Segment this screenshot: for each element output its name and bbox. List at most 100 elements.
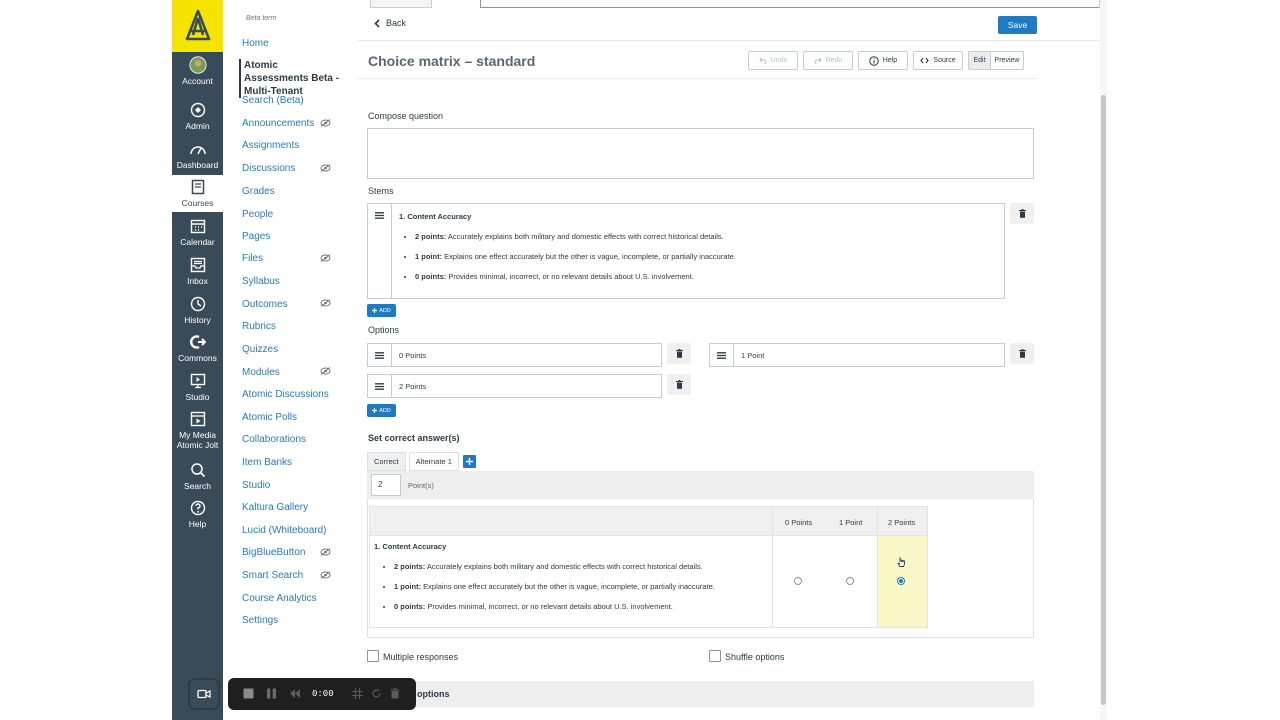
add-stem-button[interactable]: ADD bbox=[367, 304, 396, 317]
course-nav-quizzes[interactable]: Quizzes bbox=[242, 344, 278, 355]
redo-icon bbox=[814, 57, 822, 64]
course-nav-lucid[interactable]: Lucid (Whiteboard) bbox=[242, 525, 326, 536]
criterion-text: Accurately explains both military and do… bbox=[425, 562, 703, 571]
add-option-button[interactable]: ADD bbox=[367, 404, 396, 417]
course-nav-bigbluebutton[interactable]: BigBlueButton bbox=[242, 547, 305, 558]
course-nav-discussions[interactable]: Discussions bbox=[242, 163, 295, 174]
course-nav-course-analytics[interactable]: Course Analytics bbox=[242, 593, 316, 604]
recorder-toolbar: 0:00 bbox=[228, 678, 416, 710]
course-nav-atomic-discussions[interactable]: Atomic Discussions bbox=[242, 389, 329, 400]
restart-icon[interactable] bbox=[371, 688, 382, 699]
tab-alternate-1[interactable]: Alternate 1 bbox=[408, 452, 459, 471]
delete-option-button[interactable] bbox=[667, 374, 691, 395]
top-tabs bbox=[358, 0, 1100, 8]
add-option-label: ADD bbox=[379, 407, 391, 414]
drag-handle[interactable] bbox=[368, 204, 392, 298]
stem-item[interactable]: 1. Content Accuracy 2 points: Accurately… bbox=[367, 203, 1005, 299]
source-button[interactable]: Source bbox=[913, 51, 963, 70]
gnav-search[interactable]: Search bbox=[172, 461, 223, 499]
save-button[interactable]: Save bbox=[998, 16, 1037, 34]
gnav-commons[interactable]: Commons bbox=[172, 333, 223, 371]
drag-handle[interactable] bbox=[368, 344, 392, 366]
gnav-my-media[interactable]: My Media Atomic Jolt bbox=[172, 410, 223, 452]
course-nav-home[interactable]: Home bbox=[242, 38, 269, 49]
redo-button[interactable]: Redo bbox=[803, 51, 853, 70]
canvas-logo[interactable] bbox=[172, 0, 223, 52]
delete-option-button[interactable] bbox=[667, 343, 691, 364]
gnav-studio[interactable]: Studio bbox=[172, 372, 223, 410]
help-button[interactable]: Help bbox=[858, 51, 908, 70]
edit-mode-button[interactable]: Edit bbox=[968, 51, 990, 70]
radio-2-points[interactable] bbox=[897, 577, 905, 585]
gnav-help[interactable]: Help bbox=[172, 499, 223, 537]
trash-icon[interactable] bbox=[390, 688, 400, 699]
course-nav-studio[interactable]: Studio bbox=[242, 480, 270, 491]
recorder-camera-button[interactable] bbox=[188, 678, 220, 710]
criterion-points: 0 points: bbox=[415, 272, 447, 281]
option-item[interactable]: 2 Points bbox=[367, 374, 662, 398]
course-nav-settings[interactable]: Settings bbox=[242, 615, 278, 626]
more-options-bar[interactable]: options bbox=[367, 681, 1034, 707]
course-nav-smart-search[interactable]: Smart Search bbox=[242, 570, 303, 581]
points-label: Point(s) bbox=[408, 481, 434, 490]
shuffle-options-checkbox[interactable] bbox=[709, 650, 721, 662]
course-nav-collaborations[interactable]: Collaborations bbox=[242, 434, 306, 445]
grid-icon[interactable] bbox=[352, 688, 363, 699]
course-nav-atomic-polls[interactable]: Atomic Polls bbox=[242, 412, 297, 423]
criterion-text: Provides minimal, incorrect, or no relev… bbox=[425, 602, 673, 611]
course-nav-kaltura-gallery[interactable]: Kaltura Gallery bbox=[242, 502, 308, 513]
stop-icon[interactable] bbox=[243, 688, 254, 699]
add-alternate-button[interactable] bbox=[462, 455, 476, 468]
radio-1-point[interactable] bbox=[846, 577, 854, 585]
course-nav-pages[interactable]: Pages bbox=[242, 231, 270, 242]
radio-0-points[interactable] bbox=[794, 577, 802, 585]
shuffle-options-label: Shuffle options bbox=[725, 652, 785, 662]
stem-content[interactable]: 1. Content Accuracy 2 points: Accurately… bbox=[399, 212, 736, 292]
course-nav-people[interactable]: People bbox=[242, 209, 273, 220]
scrollbar-thumb[interactable] bbox=[1101, 95, 1106, 705]
course-nav-syllabus[interactable]: Syllabus bbox=[242, 276, 280, 287]
gauge-icon bbox=[189, 140, 207, 158]
pause-icon[interactable] bbox=[266, 688, 277, 699]
preview-mode-button[interactable]: Preview bbox=[990, 51, 1024, 70]
course-nav-assignments[interactable]: Assignments bbox=[242, 140, 299, 151]
compose-question-input[interactable] bbox=[367, 128, 1034, 179]
gnav-calendar[interactable]: Calendar bbox=[172, 217, 223, 255]
matrix-column-header: 1 Point bbox=[839, 518, 863, 527]
drag-handle[interactable] bbox=[710, 344, 734, 366]
course-nav-atomic-assessments[interactable]: Atomic Assessments Beta - Multi-Tenant bbox=[239, 59, 343, 98]
gnav-courses[interactable]: Courses bbox=[172, 175, 223, 212]
gnav-account[interactable]: Account bbox=[172, 56, 223, 94]
undo-button[interactable]: Undo bbox=[748, 51, 798, 70]
criterion-item: 1 point: Explains one effect accurately … bbox=[415, 252, 736, 261]
option-item[interactable]: 1 Point bbox=[709, 343, 1005, 367]
course-nav-modules[interactable]: Modules bbox=[242, 367, 280, 378]
gnav-admin[interactable]: Admin bbox=[172, 101, 223, 139]
back-button[interactable]: Back bbox=[374, 18, 406, 28]
delete-option-button[interactable] bbox=[1010, 343, 1034, 364]
search-icon bbox=[189, 461, 207, 479]
multiple-responses-checkbox[interactable] bbox=[367, 650, 379, 662]
course-nav-files[interactable]: Files bbox=[242, 253, 263, 264]
gnav-dashboard[interactable]: Dashboard bbox=[172, 140, 223, 178]
gnav-history[interactable]: History bbox=[172, 295, 223, 333]
course-nav-grades[interactable]: Grades bbox=[242, 186, 275, 197]
rewind-icon[interactable] bbox=[289, 688, 301, 699]
course-nav-outcomes[interactable]: Outcomes bbox=[242, 299, 288, 310]
course-nav-rubrics[interactable]: Rubrics bbox=[242, 321, 276, 332]
gnav-inbox[interactable]: Inbox bbox=[172, 256, 223, 294]
top-tab[interactable] bbox=[480, 0, 1100, 8]
top-tab[interactable] bbox=[370, 0, 432, 8]
choice-matrix-table: 0 Points 1 Point 2 Points 1. Content Acc… bbox=[369, 506, 928, 628]
course-nav-announcements[interactable]: Announcements bbox=[242, 118, 314, 129]
tab-correct[interactable]: Correct bbox=[367, 452, 406, 471]
criterion-item: 2 points: Accurately explains both milit… bbox=[394, 562, 715, 571]
criterion-points: 2 points: bbox=[394, 562, 426, 571]
course-nav-search-beta[interactable]: Search (Beta) bbox=[242, 95, 304, 106]
points-input[interactable]: 2 bbox=[371, 474, 401, 496]
course-nav-item-banks[interactable]: Item Banks bbox=[242, 457, 292, 468]
matrix-row-heading: 1. Content Accuracy bbox=[374, 542, 447, 551]
option-item[interactable]: 0 Points bbox=[367, 343, 662, 367]
delete-stem-button[interactable] bbox=[1010, 203, 1034, 224]
drag-handle[interactable] bbox=[368, 375, 392, 397]
